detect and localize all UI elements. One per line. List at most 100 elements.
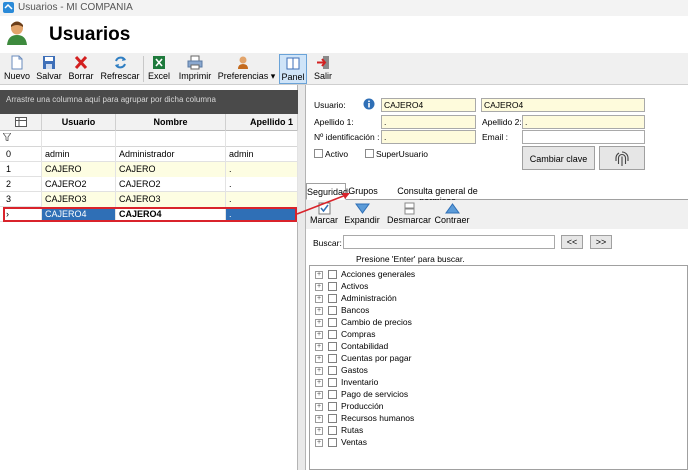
filter-usuario[interactable] xyxy=(42,131,116,147)
apellido1-field[interactable]: . xyxy=(381,115,476,129)
preferences-dropdown[interactable]: ▾ xyxy=(269,54,277,84)
delete-button[interactable]: Borrar xyxy=(66,54,96,84)
cell-nombre[interactable]: CAJERO2 xyxy=(116,177,226,192)
cell-nombre[interactable]: Administrador xyxy=(116,147,226,162)
expand-node-icon[interactable]: + xyxy=(315,403,323,411)
cell-usuario[interactable]: CAJERO xyxy=(42,162,116,177)
table-icon xyxy=(14,117,27,127)
search-input[interactable] xyxy=(343,235,555,249)
cell-nombre[interactable]: CAJERO xyxy=(116,162,226,177)
cell-usuario[interactable]: admin xyxy=(42,147,116,162)
apellido2-field[interactable]: . xyxy=(522,115,645,129)
table-row[interactable]: 3 CAJERO3 CAJERO3 . xyxy=(0,192,298,207)
expand-node-icon[interactable]: + xyxy=(315,391,323,399)
expand-node-icon[interactable]: + xyxy=(315,271,323,279)
expand-node-icon[interactable]: + xyxy=(315,295,323,303)
search-next-button[interactable]: >> xyxy=(590,235,612,249)
tree-checkbox[interactable] xyxy=(328,390,337,399)
tree-checkbox[interactable] xyxy=(328,342,337,351)
tree-checkbox[interactable] xyxy=(328,318,337,327)
expand-node-icon[interactable]: + xyxy=(315,415,323,423)
tree-item-label: Compras xyxy=(341,329,376,339)
print-button[interactable]: Imprimir xyxy=(176,54,214,84)
id-field[interactable]: . xyxy=(381,130,476,144)
cell-apellido[interactable]: . xyxy=(226,192,298,207)
filter-nombre[interactable] xyxy=(116,131,226,147)
tree-checkbox[interactable] xyxy=(328,366,337,375)
row-number: 1 xyxy=(0,162,42,177)
column-header-nombre[interactable]: Nombre xyxy=(116,114,226,131)
expand-node-icon[interactable]: + xyxy=(315,343,323,351)
grid-column-chooser[interactable] xyxy=(0,114,42,131)
refresh-button[interactable]: Refrescar xyxy=(100,54,140,84)
preferences-button[interactable]: Preferencias xyxy=(217,54,269,84)
cell-nombre[interactable]: CAJERO3 xyxy=(116,192,226,207)
superusuario-checkbox[interactable] xyxy=(365,149,374,158)
expand-node-icon[interactable]: + xyxy=(315,319,323,327)
tree-checkbox[interactable] xyxy=(328,270,337,279)
mark-button[interactable]: Marcar xyxy=(309,202,339,228)
filter-apellido[interactable] xyxy=(226,131,298,147)
filter-icon[interactable] xyxy=(0,131,42,147)
tab-consulta-permisos[interactable]: Consulta general de permisos xyxy=(382,183,493,206)
tree-checkbox[interactable] xyxy=(328,378,337,387)
permissions-tree: + Acciones generales + Activos + Administra… xyxy=(309,265,688,470)
excel-button[interactable]: Excel xyxy=(146,54,172,84)
tree-checkbox[interactable] xyxy=(328,354,337,363)
tree-item-label: Cuentas por pagar xyxy=(341,353,412,363)
expand-node-icon[interactable]: + xyxy=(315,307,323,315)
expand-node-icon[interactable]: + xyxy=(315,427,323,435)
tab-grupos[interactable]: Grupos xyxy=(348,183,378,200)
cell-usuario[interactable]: CAJERO3 xyxy=(42,192,116,207)
email-field[interactable] xyxy=(522,130,645,144)
column-header-apellido[interactable]: Apellido 1 xyxy=(226,114,298,131)
tree-item-label: Bancos xyxy=(341,305,370,315)
expand-node-icon[interactable]: + xyxy=(315,367,323,375)
save-button[interactable]: Salvar xyxy=(34,54,64,84)
group-by-area[interactable]: Arrastre una columna aquí para agrupar p… xyxy=(0,90,298,114)
unmark-button[interactable]: Desmarcar xyxy=(386,202,432,228)
user-detail-panel: Usuario: CAJERO4 CAJERO4 Apellido 1: . A… xyxy=(306,85,688,470)
cell-apellido[interactable]: admin xyxy=(226,147,298,162)
new-button[interactable]: Nuevo xyxy=(2,54,32,84)
tree-checkbox[interactable] xyxy=(328,330,337,339)
nombre-field[interactable]: CAJERO4 xyxy=(481,98,645,112)
collapse-button[interactable]: Contraer xyxy=(434,202,470,228)
cell-apellido[interactable]: . xyxy=(226,177,298,192)
activo-checkbox[interactable] xyxy=(314,149,323,158)
tab-seguridad[interactable]: Seguridad xyxy=(306,183,348,200)
change-password-button[interactable]: Cambiar clave xyxy=(522,146,595,170)
expand-icon xyxy=(354,203,370,214)
panel-splitter[interactable] xyxy=(298,85,306,470)
expand-node-icon[interactable]: + xyxy=(315,439,323,447)
table-row[interactable]: 0 admin Administrador admin xyxy=(0,147,298,162)
tree-checkbox[interactable] xyxy=(328,426,337,435)
column-header-usuario[interactable]: Usuario xyxy=(42,114,116,131)
refresh-icon xyxy=(114,56,126,69)
page-header: Usuarios xyxy=(0,16,688,53)
cell-apellido[interactable]: . xyxy=(226,162,298,177)
tree-checkbox[interactable] xyxy=(328,438,337,447)
tree-item-label: Cambio de precios xyxy=(341,317,412,327)
fingerprint-button[interactable] xyxy=(599,146,645,170)
expand-button[interactable]: Expandir xyxy=(344,202,380,228)
exit-button[interactable]: Salir xyxy=(310,54,336,84)
tree-checkbox[interactable] xyxy=(328,294,337,303)
tree-item-label: Acciones generales xyxy=(341,269,416,279)
tree-checkbox[interactable] xyxy=(328,414,337,423)
panel-button[interactable]: Panel xyxy=(279,54,307,84)
expand-node-icon[interactable]: + xyxy=(315,283,323,291)
tree-checkbox[interactable] xyxy=(328,402,337,411)
cell-usuario[interactable]: CAJERO2 xyxy=(42,177,116,192)
tree-checkbox[interactable] xyxy=(328,306,337,315)
expand-node-icon[interactable]: + xyxy=(315,331,323,339)
tree-checkbox[interactable] xyxy=(328,282,337,291)
info-icon xyxy=(363,98,375,110)
expand-node-icon[interactable]: + xyxy=(315,355,323,363)
table-row[interactable]: 2 CAJERO2 CAJERO2 . xyxy=(0,177,298,192)
expand-node-icon[interactable]: + xyxy=(315,379,323,387)
table-row[interactable]: 1 CAJERO CAJERO . xyxy=(0,162,298,177)
tree-item-label: Ventas xyxy=(341,437,367,447)
usuario-field[interactable]: CAJERO4 xyxy=(381,98,476,112)
search-prev-button[interactable]: << xyxy=(561,235,583,249)
